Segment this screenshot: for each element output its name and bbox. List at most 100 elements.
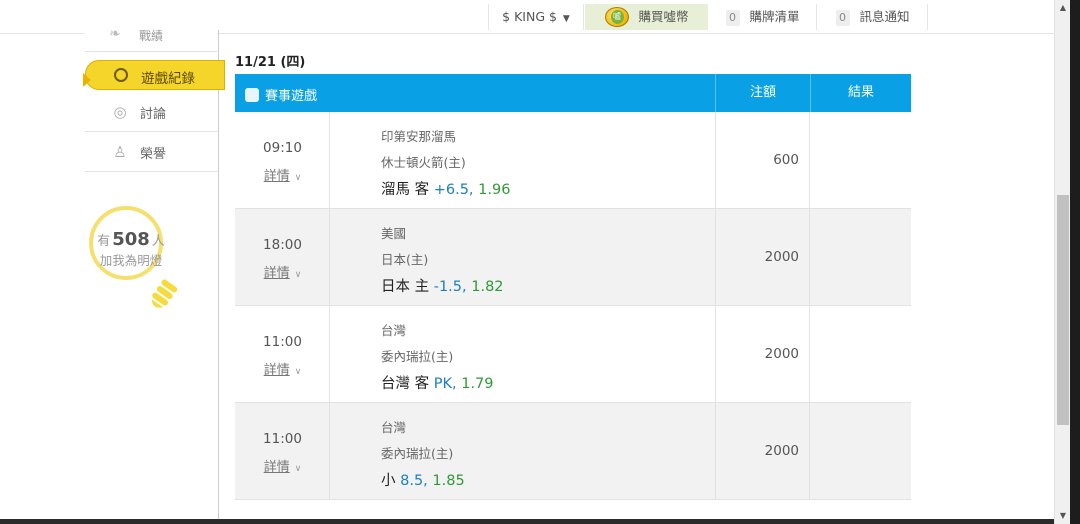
chevron-down-icon: ∨: [294, 367, 302, 377]
details-link[interactable]: 詳情: [264, 460, 290, 475]
pick: 溜馬 客 +6.5, 1.96: [381, 178, 510, 199]
pick-line: PK,: [433, 376, 457, 392]
stake-cell: 2000: [715, 306, 810, 403]
home-team: 委內瑞拉(主): [381, 349, 454, 364]
pick: 小 8.5, 1.85: [381, 469, 465, 490]
cart-link[interactable]: 0 購牌清單: [709, 4, 817, 30]
sidebar-item-label: 討論: [140, 107, 167, 122]
time-cell: 09:10 詳情 ∨: [235, 112, 330, 209]
circle-icon: [114, 68, 128, 82]
details-toggle[interactable]: 詳情 ∨: [235, 359, 330, 378]
pick: 台灣 客 PK, 1.79: [381, 372, 494, 393]
home-team: 休士頓火箭(主): [381, 155, 466, 170]
vertical-scrollbar[interactable]: ▲ ▼: [1054, 0, 1070, 524]
time-cell: 11:00 詳情 ∨: [235, 403, 330, 500]
result-cell: [810, 403, 911, 500]
stake-cell: 2000: [715, 403, 810, 500]
stake-amount: 2000: [764, 249, 799, 265]
chevron-down-icon: ∨: [294, 173, 302, 183]
sidebar-item-label: 遊戲紀錄: [141, 71, 195, 87]
table-row: 11:00 詳情 ∨ 台灣 委內瑞拉(主) 台灣 客 PK, 1.79 2000: [235, 306, 911, 403]
game-history-table: 賽事遊戲 注額 結果 09:10 詳情 ∨ 印第安那溜馬 休士頓火箭(主) 溜馬 …: [235, 74, 911, 522]
game-time: 09:10: [263, 140, 302, 156]
username: $ KING $: [502, 9, 557, 24]
result-cell: [810, 209, 911, 306]
column-header-stake: 注額: [715, 74, 810, 112]
date-heading: 11/21 (四): [235, 55, 306, 70]
table-row: 09:10 詳情 ∨ 印第安那溜馬 休士頓火箭(主) 溜馬 客 +6.5, 1.9…: [235, 112, 911, 209]
stake-cell: 600: [715, 112, 810, 209]
sidebar-item-game-history[interactable]: 遊戲紀錄: [83, 60, 225, 90]
pick-odds: 1.82: [471, 279, 504, 295]
sidebar: ❧ 戰績 遊戲紀錄 ◎ 討論 ♙ 榮譽 有 508 人 加我為明燈: [83, 26, 225, 524]
sidebar-item-discussion[interactable]: ◎ 討論: [85, 92, 218, 132]
cart-count-badge: 0: [725, 10, 740, 26]
details-toggle[interactable]: 詳情 ∨: [235, 456, 330, 475]
fan-count-prefix: 有: [97, 234, 111, 249]
pick-odds: 1.96: [478, 182, 511, 198]
details-link[interactable]: 詳情: [264, 363, 290, 378]
medal-icon: ♙: [113, 143, 127, 161]
away-team: 印第安那溜馬: [381, 129, 457, 144]
stake-amount: 2000: [764, 443, 799, 459]
away-team: 台灣: [381, 323, 407, 338]
caret-down-icon: ▼: [562, 14, 570, 24]
record-icon: ❧: [109, 26, 121, 42]
details-toggle[interactable]: 詳情 ∨: [235, 165, 330, 184]
game-time: 18:00: [263, 237, 302, 253]
sidebar-item-label: 戰績: [139, 29, 164, 43]
database-icon: [245, 88, 259, 102]
chevron-down-icon: ∨: [294, 270, 302, 280]
chevron-down-icon: ∨: [294, 464, 302, 474]
window-edge: [1070, 0, 1080, 524]
cart-label: 購牌清單: [749, 9, 800, 24]
result-cell: [810, 306, 911, 403]
pick-line: 8.5,: [400, 473, 428, 489]
pick-line: -1.5,: [433, 279, 467, 295]
column-header-game-label: 賽事遊戲: [265, 89, 318, 104]
game-time: 11:00: [263, 431, 302, 447]
active-pointer: [83, 73, 91, 87]
scroll-down-icon[interactable]: ▼: [1055, 508, 1071, 524]
buy-coins-label: 購買噓幣: [638, 9, 689, 24]
away-team: 台灣: [381, 420, 407, 435]
notifications-label: 訊息通知: [859, 9, 910, 24]
pick-team: 日本 主: [381, 279, 430, 295]
home-team: 日本(主): [381, 252, 429, 267]
fan-count: 有 508 人: [86, 229, 176, 250]
fan-count-suffix: 人: [151, 234, 165, 249]
follow-me-label: 加我為明燈: [99, 253, 163, 268]
time-cell: 18:00 詳情 ∨: [235, 209, 330, 306]
fan-lightbulb[interactable]: 有 508 人 加我為明燈: [85, 200, 185, 330]
time-cell: 11:00 詳情 ∨: [235, 306, 330, 403]
column-header-game: 賽事遊戲: [245, 85, 317, 104]
chat-icon: ◎: [113, 103, 127, 121]
pick-team: 溜馬 客: [381, 182, 430, 198]
home-team: 委內瑞拉(主): [381, 446, 454, 461]
table-row: 18:00 詳情 ∨ 美國 日本(主) 日本 主 -1.5, 1.82 2000: [235, 209, 911, 306]
buy-coins-button[interactable]: 噓 購買噓幣: [585, 4, 708, 30]
pick-team: 小: [381, 473, 396, 489]
coin-icon: 噓: [604, 6, 629, 27]
sidebar-item-honors[interactable]: ♙ 榮譽: [85, 132, 218, 172]
user-menu[interactable]: $ KING $ ▼: [488, 4, 584, 30]
result-cell: [810, 112, 911, 209]
pick-team: 台灣 客: [381, 376, 430, 392]
sidebar-item-record[interactable]: ❧ 戰績: [85, 26, 217, 52]
details-link[interactable]: 詳情: [264, 266, 290, 281]
lightbulb-base-icon: [151, 279, 178, 308]
details-link[interactable]: 詳情: [264, 169, 290, 184]
details-toggle[interactable]: 詳情 ∨: [235, 262, 330, 281]
pick-odds: 1.79: [461, 376, 494, 392]
scroll-up-icon[interactable]: ▲: [1055, 0, 1071, 16]
table-row: 11:00 詳情 ∨ 台灣 委內瑞拉(主) 小 8.5, 1.85 2000: [235, 403, 911, 500]
column-header-result: 結果: [810, 74, 911, 112]
table-header: 賽事遊戲 注額 結果: [235, 74, 911, 112]
pick: 日本 主 -1.5, 1.82: [381, 275, 504, 296]
stake-amount: 600: [773, 152, 799, 168]
sidebar-item-label: 榮譽: [140, 147, 167, 162]
notifications-link[interactable]: 0 訊息通知: [818, 4, 928, 30]
notifications-count-badge: 0: [835, 10, 850, 26]
away-team: 美國: [381, 226, 407, 241]
scroll-thumb[interactable]: [1057, 195, 1069, 425]
